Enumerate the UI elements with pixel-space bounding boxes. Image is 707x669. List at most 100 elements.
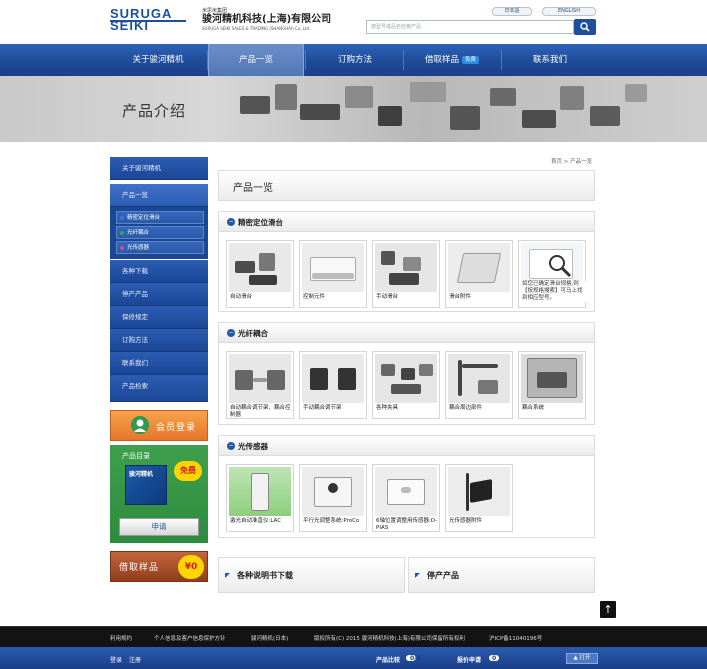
product-caption: 自动滑台 (230, 294, 253, 300)
borrow-sample-label: 借取样品 (119, 563, 160, 573)
product-card-auto-stage[interactable]: 自动滑台 (226, 240, 294, 308)
free-badge: 免费 (174, 461, 202, 481)
product-card-controller[interactable]: 控制元件 (299, 240, 367, 308)
product-caption: 自动耦合调节架、耦合控制器 (230, 405, 291, 418)
nav-ordering[interactable]: 订购方法 (306, 44, 404, 76)
corner-arrow-icon (415, 573, 420, 578)
breadcrumb-home[interactable]: 首页 (551, 159, 562, 165)
product-card-spec-search[interactable]: 如您已确定滑台规格,则【按规格搜索】可马上找到相应型号。 (518, 240, 586, 308)
member-login-button[interactable]: 会员登录 (110, 410, 208, 441)
product-card-auto-coupling[interactable]: 自动耦合调节架、耦合控制器 (226, 351, 294, 419)
section-header: − 光纤耦合 (219, 323, 594, 343)
zero-price-badge: ¥0 (178, 555, 204, 579)
product-card-manual-coupling[interactable]: 手动耦合调节架 (299, 351, 367, 419)
user-icon (131, 416, 149, 434)
product-caption: 耦合系统 (522, 405, 545, 411)
suruga-seiki-logo[interactable]: SURUGA SEIKI (110, 7, 186, 34)
product-card-coupling-system[interactable]: 耦合系统 (518, 351, 586, 419)
catalog-request-panel[interactable]: 产品目录 骏河精机 免费 申请 (110, 445, 208, 543)
breadcrumb-current: 产品一览 (570, 159, 593, 165)
product-banner: 产品介绍 (0, 76, 707, 142)
page-title: 产品一览 (233, 183, 273, 194)
product-image (302, 243, 364, 292)
footer-tool-bar: 登录 注册 产品比较 0/3 报价申请 0 (0, 647, 707, 669)
product-caption: 耦合周边部件 (449, 405, 483, 411)
product-image (448, 243, 510, 292)
catalog-apply-button[interactable]: 申请 (119, 518, 199, 536)
product-image (521, 354, 583, 403)
footer-link-japan[interactable]: 骏河精机(日本) (251, 634, 288, 642)
nav-products[interactable]: 产品一览 (208, 44, 304, 76)
page-title-bar: 产品一览 (218, 170, 595, 201)
sidebar-item-search[interactable]: 产品检索 (110, 375, 208, 402)
company-name-cn: 骏河精机科技(上海)有限公司 (202, 14, 332, 25)
sidebar-item-discontinued[interactable]: 停产产品 (110, 283, 208, 306)
product-card-dpias[interactable]: 6轴位置调整用传感器:D-PIAS (372, 464, 440, 532)
product-caption: 控制元件 (303, 294, 326, 300)
product-card-lac[interactable]: 激光自动准直仪:LAC (226, 464, 294, 532)
footer-link-privacy[interactable]: 个人信息及客户信息保护方针 (154, 634, 226, 642)
product-image (375, 354, 437, 403)
search-button[interactable] (574, 19, 596, 35)
nav-contact[interactable]: 联系我们 (502, 44, 598, 76)
product-image (229, 467, 291, 516)
product-image (448, 354, 510, 403)
section-header: − 光传感器 (219, 436, 594, 456)
language-english-button[interactable]: ENGLISH (542, 7, 596, 16)
product-caption: 手动耦合调节架 (303, 405, 342, 411)
search-input[interactable]: 按型号或品名检索产品 (366, 20, 574, 34)
main-navigation: 关于骏河精机 产品一览 订购方法 借取样品 免费 联系我们 (0, 44, 707, 76)
discontinued-box[interactable]: 停产产品 (408, 557, 595, 593)
product-caption: 光传感器附件 (449, 518, 483, 524)
product-image (448, 467, 510, 516)
product-card-sensor-accessories[interactable]: 光传感器附件 (445, 464, 513, 532)
footer-link-terms[interactable]: 利用规约 (110, 634, 132, 642)
bullet-icon (120, 216, 124, 220)
open-panel-button[interactable]: ▲ 打开 (566, 653, 598, 664)
quote-label[interactable]: 报价申请 (457, 655, 481, 664)
section-title: 光传感器 (238, 442, 268, 451)
nav-about[interactable]: 关于骏河精机 (110, 44, 206, 76)
footer-links-bar: 利用规约 个人信息及客户信息保护方针 骏河精机(日本) 版权所有(C) 2015… (0, 626, 707, 647)
company-name-block: 米思米集团 骏河精机科技(上海)有限公司 SURUGA SEIKI SALES … (202, 8, 352, 32)
sidebar-item-downloads[interactable]: 各种下载 (110, 260, 208, 283)
arrow-up-icon: ↑ (603, 603, 613, 616)
product-card-manual-stage[interactable]: 手动滑台 (372, 240, 440, 308)
member-login-label: 会员登录 (156, 423, 197, 433)
product-card-proco[interactable]: 平行光调整系统:ProCo (299, 464, 367, 532)
language-japanese-button[interactable]: 日本語 (492, 7, 532, 16)
discontinued-title: 停产产品 (427, 571, 459, 580)
borrow-sample-button[interactable]: 借取样品 ¥0 (110, 551, 208, 582)
sidebar-item-about[interactable]: 关于骏河精机 (110, 157, 208, 180)
manual-download-box[interactable]: 各种说明书下载 (218, 557, 405, 593)
minus-icon[interactable]: − (227, 442, 235, 450)
minus-icon[interactable]: − (227, 218, 235, 226)
sidebar-item-contact[interactable]: 联系我们 (110, 352, 208, 375)
sidebar-subitem-stages[interactable]: 精密定位滑台 (116, 211, 204, 224)
free-badge: 免费 (462, 55, 480, 64)
sidebar-subitem-fiber[interactable]: 光纤耦合 (116, 226, 204, 239)
back-to-top-button[interactable]: ↑ (600, 601, 616, 618)
corner-arrow-icon (225, 573, 230, 578)
search-icon (580, 22, 590, 32)
product-image (229, 243, 291, 292)
product-caption: 滑台附件 (449, 294, 472, 300)
sidebar-item-products[interactable]: 产品一览 (110, 184, 208, 207)
sidebar-subitem-sensor[interactable]: 光传感器 (116, 241, 204, 254)
product-image (229, 354, 291, 403)
product-card-coupling-parts[interactable]: 耦合周边部件 (445, 351, 513, 419)
minus-icon[interactable]: − (227, 329, 235, 337)
compare-label[interactable]: 产品比较 (376, 655, 400, 664)
product-card-stage-accessories[interactable]: 滑台附件 (445, 240, 513, 308)
sidebar-item-warranty[interactable]: 保修规定 (110, 306, 208, 329)
product-image (375, 467, 437, 516)
product-caption: 手动滑台 (376, 294, 399, 300)
sidebar-item-ordering[interactable]: 订购方法 (110, 329, 208, 352)
register-link[interactable]: 注册 (129, 655, 141, 664)
compare-count: 0/3 (410, 655, 421, 662)
login-link[interactable]: 登录 (110, 655, 122, 664)
product-card-fixtures[interactable]: 各种夹具 (372, 351, 440, 419)
footer-copyright: 版权所有(C) 2015 骏河精机科技(上海)有限公司保留所有权利 (314, 636, 465, 642)
nav-samples[interactable]: 借取样品 免费 (404, 44, 500, 76)
nav-samples-label: 借取样品 (424, 55, 459, 65)
